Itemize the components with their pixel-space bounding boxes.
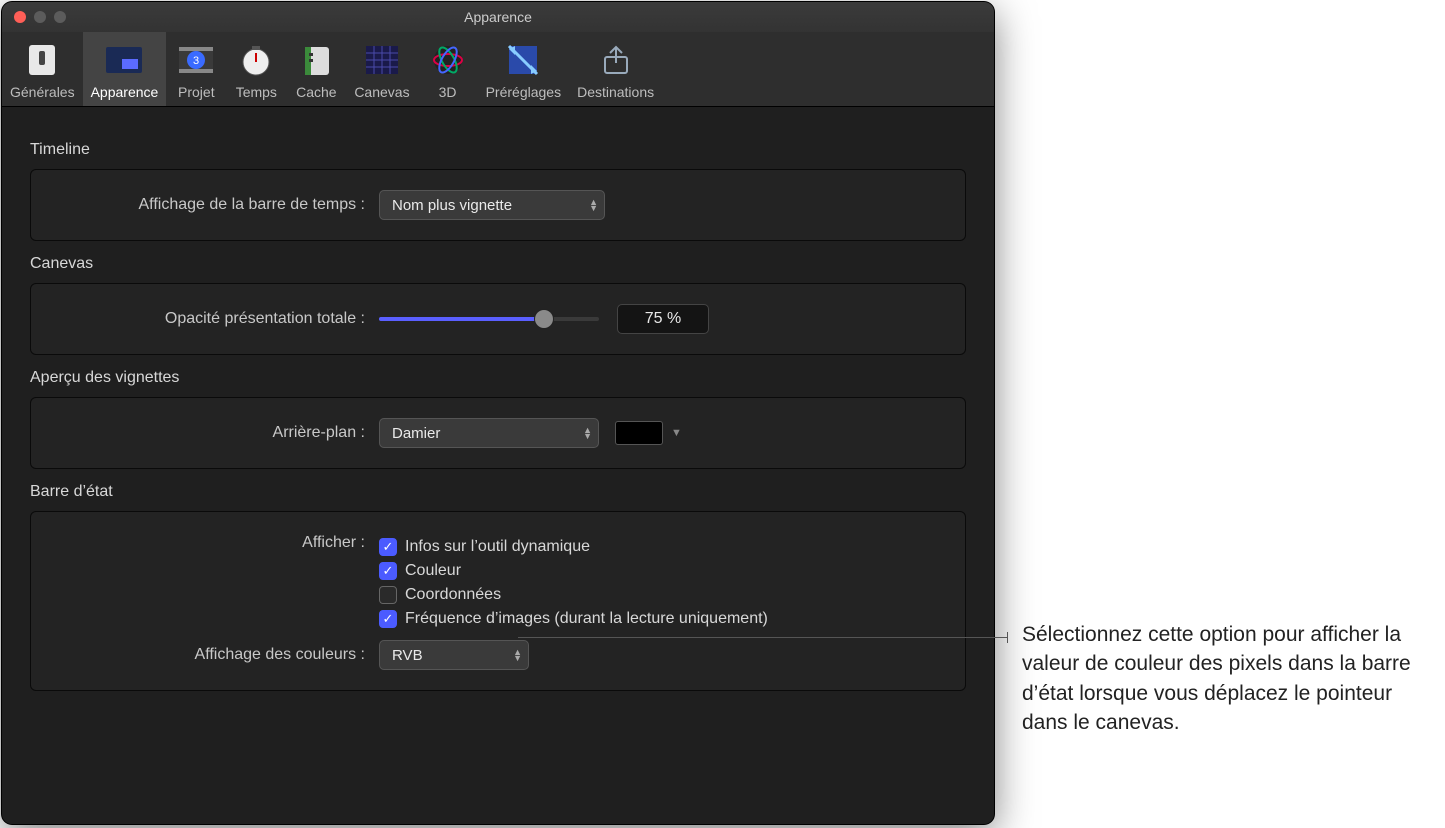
opacity-value: 75 % xyxy=(645,310,681,328)
section-thumbs: Arrière-plan : Damier ▲▼ ▼ xyxy=(30,397,966,469)
time-icon xyxy=(236,40,276,80)
tab-label: Canevas xyxy=(354,84,409,100)
popup-arrows-icon: ▲▼ xyxy=(583,427,592,439)
tab-label: 3D xyxy=(439,84,457,100)
tab-label: Projet xyxy=(178,84,215,100)
tab-label: Préréglages xyxy=(486,84,562,100)
tab-label: Apparence xyxy=(91,84,159,100)
checkbox-dynamic-tool[interactable] xyxy=(379,538,397,556)
canvas-icon xyxy=(362,40,402,80)
disclosure-icon: ▼ xyxy=(671,427,682,439)
thumb-bg-colorwell[interactable]: ▼ xyxy=(615,421,682,445)
color-display-popup[interactable]: RVB ▲▼ xyxy=(379,640,529,670)
checkbox-color-label: Couleur xyxy=(405,562,461,580)
opacity-value-field[interactable]: 75 % xyxy=(617,304,709,334)
thumb-bg-popup[interactable]: Damier ▲▼ xyxy=(379,418,599,448)
presets-icon xyxy=(503,40,543,80)
popup-arrows-icon: ▲▼ xyxy=(513,649,522,661)
tab-prereglages[interactable]: Préréglages xyxy=(478,32,570,106)
tab-label: Générales xyxy=(10,84,75,100)
opacity-slider-thumb[interactable] xyxy=(535,310,553,328)
section-status: Afficher : Infos sur l’outil dynamique C… xyxy=(30,511,966,691)
window-title: Apparence xyxy=(2,9,994,25)
preferences-window: Apparence Générales Apparence 3 Projet xyxy=(2,2,994,824)
thumb-bg-label: Arrière-plan : xyxy=(49,424,379,442)
cache-icon xyxy=(296,40,336,80)
tab-canevas[interactable]: Canevas xyxy=(346,32,417,106)
checkbox-dynamic-tool-label: Infos sur l’outil dynamique xyxy=(405,538,590,556)
tab-cache[interactable]: Cache xyxy=(286,32,346,106)
svg-text:3: 3 xyxy=(193,55,199,67)
3d-icon xyxy=(428,40,468,80)
tab-projet[interactable]: 3 Projet xyxy=(166,32,226,106)
tab-label: Cache xyxy=(296,84,336,100)
checkbox-coordinates-label: Coordonnées xyxy=(405,586,501,604)
callout-leader xyxy=(518,637,1008,638)
callout-text: Sélectionnez cette option pour afficher … xyxy=(1022,620,1432,738)
section-timeline: Affichage de la barre de temps : Nom plu… xyxy=(30,169,966,241)
status-show-label: Afficher : xyxy=(49,532,379,552)
section-title-thumbs: Aperçu des vignettes xyxy=(30,369,966,387)
color-display-label: Affichage des couleurs : xyxy=(49,646,379,664)
tab-temps[interactable]: Temps xyxy=(226,32,286,106)
color-display-value: RVB xyxy=(392,647,423,664)
tab-apparence[interactable]: Apparence xyxy=(83,32,167,106)
section-title-canvas: Canevas xyxy=(30,255,966,273)
popup-arrows-icon: ▲▼ xyxy=(589,199,598,211)
section-title-timeline: Timeline xyxy=(30,141,966,159)
preferences-toolbar: Générales Apparence 3 Projet Temps Cache xyxy=(2,32,994,107)
general-icon xyxy=(22,40,62,80)
tab-label: Temps xyxy=(236,84,277,100)
section-title-status: Barre d’état xyxy=(30,483,966,501)
opacity-label: Opacité présentation totale : xyxy=(49,310,379,328)
project-icon: 3 xyxy=(176,40,216,80)
timebar-display-value: Nom plus vignette xyxy=(392,197,512,214)
color-swatch xyxy=(615,421,663,445)
tab-3d[interactable]: 3D xyxy=(418,32,478,106)
titlebar: Apparence xyxy=(2,2,994,32)
tab-destinations[interactable]: Destinations xyxy=(569,32,662,106)
checkbox-framerate-label: Fréquence d’images (durant la lecture un… xyxy=(405,610,768,628)
section-canvas: Opacité présentation totale : 75 % xyxy=(30,283,966,355)
content-area: Timeline Affichage de la barre de temps … xyxy=(2,107,994,711)
opacity-slider[interactable] xyxy=(379,317,599,321)
callout-leader xyxy=(1007,632,1008,643)
tab-generales[interactable]: Générales xyxy=(2,32,83,106)
opacity-slider-fill xyxy=(379,317,544,321)
timebar-display-popup[interactable]: Nom plus vignette ▲▼ xyxy=(379,190,605,220)
tab-label: Destinations xyxy=(577,84,654,100)
checkbox-coordinates[interactable] xyxy=(379,586,397,604)
thumb-bg-value: Damier xyxy=(392,425,440,442)
checkbox-framerate[interactable] xyxy=(379,610,397,628)
checkbox-color[interactable] xyxy=(379,562,397,580)
share-icon xyxy=(596,40,636,80)
appearance-icon xyxy=(104,40,144,80)
timebar-display-label: Affichage de la barre de temps : xyxy=(49,196,379,214)
